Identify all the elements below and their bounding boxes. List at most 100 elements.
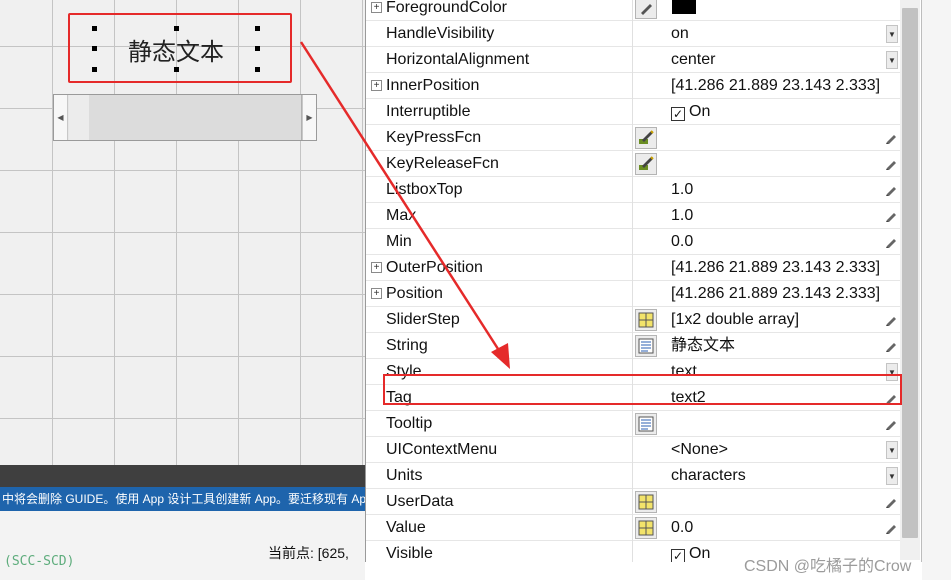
property-value[interactable] <box>671 125 881 151</box>
slider-left-arrow-button[interactable]: ◀ <box>54 95 68 140</box>
pencil-icon[interactable] <box>884 157 898 171</box>
text-editor-icon[interactable] <box>635 413 657 435</box>
property-value[interactable]: 静态文本 <box>671 333 881 359</box>
property-value[interactable] <box>671 489 881 515</box>
property-row-max[interactable]: Max 1.0 <box>366 203 902 229</box>
pencil-icon[interactable] <box>884 235 898 249</box>
property-name: UIContextMenu <box>386 437 633 463</box>
property-value[interactable]: 1.0 <box>671 203 881 229</box>
property-value[interactable]: characters <box>671 463 881 489</box>
selection-handle[interactable] <box>255 26 260 31</box>
property-value[interactable]: [41.286 21.889 23.143 2.333] <box>671 255 881 281</box>
chevron-down-icon[interactable]: ▼ <box>886 467 898 485</box>
slider-widget[interactable]: ◀ ▶ <box>53 94 317 141</box>
property-name: InnerPosition <box>386 73 633 99</box>
property-row-userdata[interactable]: UserData <box>366 489 902 515</box>
property-row-units[interactable]: Units characters ▼ <box>366 463 902 489</box>
property-row-listboxtop[interactable]: ListboxTop 1.0 <box>366 177 902 203</box>
property-row-horizontalalignment[interactable]: HorizontalAlignment center ▼ <box>366 47 902 73</box>
selection-handle[interactable] <box>174 67 179 72</box>
layout-canvas[interactable]: 静态文本 ◀ ▶ <box>0 0 365 465</box>
property-value[interactable]: 1.0 <box>671 177 881 203</box>
property-row-position[interactable]: + Position [41.286 21.889 23.143 2.333] <box>366 281 902 307</box>
property-value[interactable]: [41.286 21.889 23.143 2.333] <box>671 281 881 307</box>
expand-icon[interactable]: + <box>371 288 382 299</box>
selection-handle[interactable] <box>255 46 260 51</box>
property-row-keyreleasefcn[interactable]: KeyReleaseFcn <box>366 151 902 177</box>
property-row-keypressfcn[interactable]: KeyPressFcn <box>366 125 902 151</box>
checkbox-label: On <box>689 103 711 120</box>
selection-handle[interactable] <box>92 67 97 72</box>
property-name: Tooltip <box>386 411 633 437</box>
selection-handle[interactable] <box>174 26 179 31</box>
property-name: KeyPressFcn <box>386 125 633 151</box>
chevron-down-icon[interactable]: ▼ <box>886 51 898 69</box>
property-row-value[interactable]: Value 0.0 <box>366 515 902 541</box>
static-text-widget[interactable]: 静态文本 <box>94 28 258 70</box>
pencil-icon[interactable] <box>884 183 898 197</box>
property-row-sliderstep[interactable]: SliderStep [1x2 double array] <box>366 307 902 333</box>
banner-text: 中将会删除 GUIDE。使用 App 设计工具创建新 App。要迁移现有 Ap <box>2 492 365 506</box>
inspector-scrollbar[interactable] <box>900 0 920 560</box>
property-value[interactable] <box>671 0 881 21</box>
property-row-foregroundcolor[interactable]: + ForegroundColor <box>366 0 902 21</box>
property-value[interactable]: ✓ On <box>671 99 881 125</box>
pencil-icon[interactable] <box>884 521 898 535</box>
pencil-icon[interactable] <box>884 209 898 223</box>
current-point-label: 当前点: <box>268 545 314 561</box>
chevron-down-icon[interactable]: ▼ <box>886 25 898 43</box>
property-name: Units <box>386 463 633 489</box>
property-name: Value <box>386 515 633 541</box>
chevron-down-icon[interactable]: ▼ <box>886 441 898 459</box>
pencil-icon[interactable] <box>884 313 898 327</box>
watermark: CSDN @吃橘子的Crow <box>744 558 912 575</box>
callback-editor-icon[interactable] <box>635 127 657 149</box>
property-name: SliderStep <box>386 307 633 333</box>
background-panel <box>922 0 951 580</box>
property-value[interactable]: center <box>671 47 881 73</box>
property-row-string[interactable]: String 静态文本 <box>366 333 902 359</box>
array-editor-icon[interactable] <box>635 309 657 331</box>
callback-editor-icon[interactable] <box>635 153 657 175</box>
expand-icon[interactable]: + <box>371 80 382 91</box>
property-row-tooltip[interactable]: Tooltip <box>366 411 902 437</box>
slider-right-arrow-button[interactable]: ▶ <box>302 95 316 140</box>
property-value[interactable] <box>671 411 881 437</box>
pencil-icon[interactable] <box>884 417 898 431</box>
checkbox-checked[interactable]: ✓ <box>671 549 685 562</box>
property-row-uicontextmenu[interactable]: UIContextMenu <None> ▼ <box>366 437 902 463</box>
property-row-handlevisibility[interactable]: HandleVisibility on ▼ <box>366 21 902 47</box>
array-editor-icon[interactable] <box>635 517 657 539</box>
expand-icon[interactable]: + <box>371 262 382 273</box>
checkbox-label: On <box>689 545 711 562</box>
checkbox-checked[interactable]: ✓ <box>671 107 685 121</box>
property-row-interruptible[interactable]: Interruptible ✓ On <box>366 99 902 125</box>
selection-handle[interactable] <box>92 46 97 51</box>
property-value[interactable]: on <box>671 21 881 47</box>
selection-handle[interactable] <box>92 26 97 31</box>
current-point-value: [625, <box>317 545 349 561</box>
property-value[interactable]: [41.286 21.889 23.143 2.333] <box>671 73 881 99</box>
property-row-outerposition[interactable]: + OuterPosition [41.286 21.889 23.143 2.33… <box>366 255 902 281</box>
property-row-min[interactable]: Min 0.0 <box>366 229 902 255</box>
property-name: Position <box>386 281 633 307</box>
selection-handle[interactable] <box>255 67 260 72</box>
property-inspector[interactable]: + ForegroundColor HandleVisibility on ▼ Horiz… <box>365 0 922 562</box>
property-value[interactable]: [1x2 double array] <box>671 307 881 333</box>
property-value[interactable]: 0.0 <box>671 515 881 541</box>
property-value[interactable]: 0.0 <box>671 229 881 255</box>
array-editor-icon[interactable] <box>635 491 657 513</box>
property-name: Interruptible <box>386 99 633 125</box>
color-picker-icon[interactable] <box>635 0 696 19</box>
pencil-icon[interactable] <box>884 339 898 353</box>
pencil-icon[interactable] <box>884 131 898 145</box>
property-name: Min <box>386 229 633 255</box>
pencil-icon[interactable] <box>884 495 898 509</box>
inspector-scroll-thumb[interactable] <box>902 8 918 538</box>
property-row-innerposition[interactable]: + InnerPosition [41.286 21.889 23.143 2.33… <box>366 73 902 99</box>
property-value[interactable]: <None> <box>671 437 881 463</box>
property-value[interactable] <box>671 151 881 177</box>
slider-thumb[interactable] <box>69 95 302 140</box>
text-editor-icon[interactable] <box>635 335 657 357</box>
expand-icon[interactable]: + <box>371 2 382 13</box>
